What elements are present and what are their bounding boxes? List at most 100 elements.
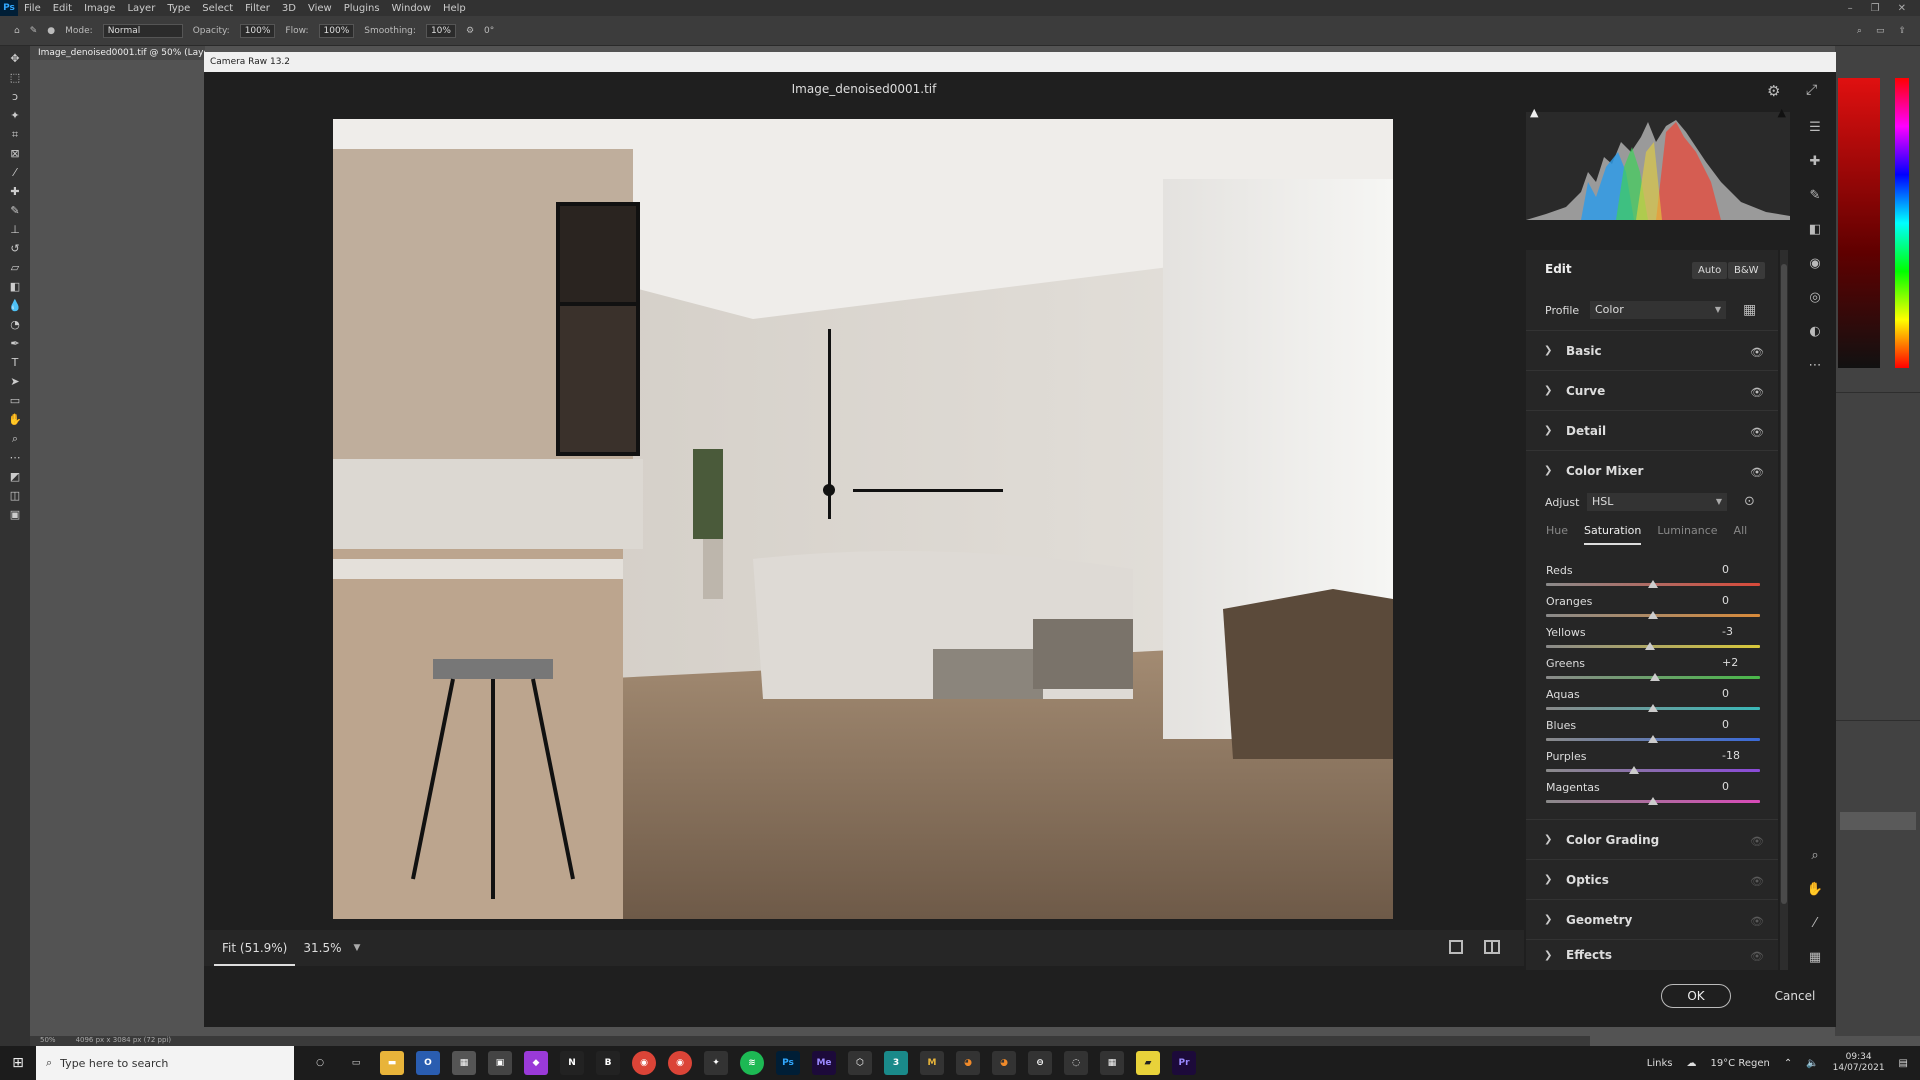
frame-tool-icon[interactable]: ⊠ [8,147,22,161]
gear-icon[interactable]: ⚙ [466,26,474,36]
section-curve[interactable]: ❯ Curve 👁 [1526,370,1778,410]
more-tools-icon[interactable]: ⋯ [8,451,22,465]
menu-layer[interactable]: Layer [121,3,161,14]
section-color-mixer[interactable]: ❯ Color Mixer 👁 [1526,450,1778,490]
color-picker-field[interactable] [1838,78,1880,368]
before-after-icon[interactable] [1484,940,1500,954]
menu-type[interactable]: Type [161,3,196,14]
healing-icon[interactable]: ✚ [1805,152,1825,172]
spotify-icon[interactable]: ≋ [740,1051,764,1075]
section-detail[interactable]: ❯ Detail 👁 [1526,410,1778,450]
slider-thumb[interactable] [1628,766,1639,774]
hand-icon[interactable]: ✋ [1805,880,1825,900]
app-icon[interactable]: ⊖ [1028,1051,1052,1075]
status-zoom[interactable]: 50% [40,1036,56,1046]
calculator-icon[interactable]: ▦ [452,1051,476,1075]
section-color-grading[interactable]: ❯ Color Grading 👁 [1526,819,1778,859]
menu-plugins[interactable]: Plugins [338,3,386,14]
menu-file[interactable]: File [18,3,47,14]
section-optics[interactable]: ❯ Optics 👁 [1526,859,1778,899]
eye-icon[interactable]: 👁 [1750,466,1764,479]
linear-gradient-icon[interactable]: ◧ [1805,220,1825,240]
blur-icon[interactable]: 💧 [8,299,22,313]
slider-value-input[interactable]: -3 [1718,624,1758,640]
slider-thumb[interactable] [1648,580,1658,588]
screen-mode-icon[interactable]: ▣ [8,508,22,522]
section-geometry[interactable]: ❯ Geometry 👁 [1526,899,1778,939]
eye-icon[interactable]: 👁 [1750,426,1764,439]
adjust-select[interactable]: HSL ▼ [1587,493,1727,511]
radial-filter-icon[interactable]: ◉ [1805,254,1825,274]
edit-scrollbar[interactable] [1780,250,1788,970]
slider-value-input[interactable]: 0 [1718,562,1758,578]
menu-image[interactable]: Image [78,3,121,14]
app-icon[interactable]: ▣ [488,1051,512,1075]
search-icon[interactable]: ⌕ [1857,26,1862,36]
section-basic[interactable]: ❯ Basic 👁 [1526,330,1778,370]
app-icon[interactable]: ✦ [704,1051,728,1075]
profile-select[interactable]: Color ▼ [1590,301,1726,319]
brush-tool-icon[interactable]: ✎ [30,26,38,36]
premiere-icon[interactable]: Pr [1172,1051,1196,1075]
task-view-icon[interactable]: ▭ [344,1051,368,1075]
flow-input[interactable]: 100% [318,23,355,38]
taskbar-search[interactable]: ⌕ Type here to search [36,1046,294,1080]
slider-track[interactable] [1546,769,1760,772]
move-tool-icon[interactable]: ✥ [8,52,22,66]
blender-icon[interactable]: ◕ [992,1051,1016,1075]
chevron-down-icon[interactable]: ▼ [354,943,361,953]
grid-icon[interactable]: ▦ [1805,948,1825,968]
app-icon[interactable]: 3 [884,1051,908,1075]
eye-icon[interactable]: 👁 [1750,950,1764,963]
hue-slider[interactable] [1895,78,1909,368]
lasso-tool-icon[interactable]: ↄ [8,90,22,104]
workspace-icon[interactable]: ▭ [1876,26,1885,36]
hand-tool-icon[interactable]: ✋ [8,413,22,427]
notifications-icon[interactable]: ▤ [1899,1058,1908,1069]
clock[interactable]: 09:34 14/07/2021 [1833,1052,1885,1074]
gradient-icon[interactable]: ◧ [8,280,22,294]
file-explorer-icon[interactable]: ▬ [380,1051,404,1075]
mode-select[interactable]: Normal [102,23,183,38]
menu-help[interactable]: Help [437,3,472,14]
eye-icon[interactable]: 👁 [1750,835,1764,848]
sticky-notes-icon[interactable]: ▰ [1136,1051,1160,1075]
slider-thumb[interactable] [1648,704,1658,712]
scrollbar-thumb[interactable] [1781,264,1787,904]
fullscreen-icon[interactable]: ⤢ [1806,82,1824,100]
slider-thumb[interactable] [1648,735,1658,743]
document-tab[interactable]: Image_denoised0001.tif @ 50% (Layer 2, R [30,46,205,60]
tab-saturation[interactable]: Saturation [1584,524,1642,545]
targeted-adjust-icon[interactable]: ⊙ [1744,494,1755,509]
nuke-icon[interactable]: N [560,1051,584,1075]
slider-thumb[interactable] [1648,611,1658,619]
zoom-fit-button[interactable]: Fit (51.9%) [214,930,296,966]
slider-value-input[interactable]: 0 [1718,593,1758,609]
menu-window[interactable]: Window [386,3,437,14]
red-eye-icon[interactable]: ◎ [1805,288,1825,308]
slider-thumb[interactable] [1648,797,1658,805]
crop-tool-icon[interactable]: ⌗ [8,128,22,142]
cancel-button[interactable]: Cancel [1760,984,1830,1008]
menu-edit[interactable]: Edit [47,3,78,14]
marquee-tool-icon[interactable]: ⬚ [8,71,22,85]
brush-icon[interactable]: ✎ [1805,186,1825,206]
auto-button[interactable]: Auto [1692,262,1728,279]
eye-icon[interactable]: 👁 [1750,875,1764,888]
photoshop-icon[interactable]: Ps [776,1051,800,1075]
app-icon[interactable]: ⬡ [848,1051,872,1075]
highlight-clip-icon[interactable]: ▲ [1778,106,1786,119]
links-label[interactable]: Links [1647,1058,1673,1069]
gear-icon[interactable]: ⚙ [1767,82,1785,100]
eye-icon[interactable]: 👁 [1750,386,1764,399]
slider-thumb[interactable] [1644,642,1655,650]
opacity-input[interactable]: 100% [239,23,276,38]
slider-value-input[interactable]: 0 [1718,686,1758,702]
bw-button[interactable]: B&W [1728,262,1765,279]
healing-brush-icon[interactable]: ✚ [8,185,22,199]
single-view-icon[interactable] [1449,940,1463,954]
layer-row[interactable] [1840,812,1916,830]
app-icon[interactable]: B [596,1051,620,1075]
dodge-icon[interactable]: ◔ [8,318,22,332]
slider-value-input[interactable]: -18 [1718,748,1758,764]
